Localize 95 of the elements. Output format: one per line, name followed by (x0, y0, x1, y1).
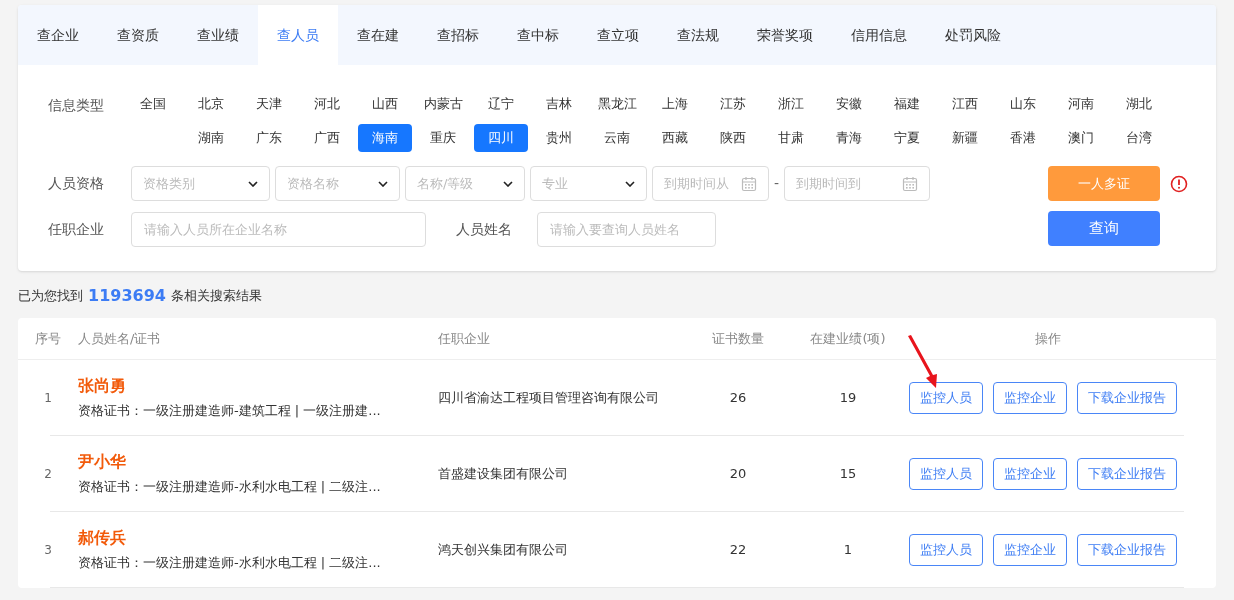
nav-tab[interactable]: 查立项 (578, 5, 658, 65)
nav-tab[interactable]: 查招标 (418, 5, 498, 65)
row-number: 1 (43, 389, 53, 407)
certificate-text: 资格证书：一级注册建造师-水利水电工程 | 二级注... (78, 554, 381, 573)
region-option[interactable]: 云南 (590, 124, 644, 152)
region-option[interactable]: 浙江 (764, 90, 818, 118)
search-button[interactable]: 查询 (1048, 211, 1160, 246)
region-option[interactable]: 福建 (880, 90, 934, 118)
nav-tab[interactable]: 查中标 (498, 5, 578, 65)
column-header: 证书数量 (711, 329, 765, 348)
result-count: 1193694 (88, 285, 166, 307)
certificate-text: 资格证书：一级注册建造师-建筑工程 | 一级注册建... (78, 402, 381, 421)
region-option[interactable]: 青海 (822, 124, 876, 152)
action-button[interactable]: 监控企业 (993, 533, 1067, 566)
region-option[interactable]: 天津 (242, 90, 296, 118)
column-header: 人员姓名/证书 (78, 329, 162, 348)
chevron-down-icon (378, 180, 388, 187)
project-count: 15 (838, 464, 858, 483)
region-option[interactable]: 河南 (1054, 90, 1108, 118)
filter-label: 人员资格 (48, 174, 105, 193)
nav-tab[interactable]: 查企业 (18, 5, 98, 65)
certificate-count: 22 (728, 540, 748, 559)
nav-tab[interactable]: 查人员 (258, 5, 338, 65)
region-option[interactable]: 海南 (358, 124, 412, 152)
region-option[interactable]: 四川 (474, 124, 528, 152)
company-input[interactable]: 请输入人员所在企业名称 (131, 212, 426, 247)
pointer-arrow (906, 334, 940, 390)
region-option[interactable]: 贵州 (532, 124, 586, 152)
project-count: 1 (842, 540, 854, 559)
range-separator: - (774, 174, 780, 193)
filter-label: 任职企业 (48, 220, 105, 239)
nav-tab[interactable]: 荣誉奖项 (738, 5, 832, 65)
nav-tab[interactable]: 查业绩 (178, 5, 258, 65)
action-button[interactable]: 监控人员 (909, 457, 983, 490)
certificate-text: 资格证书：一级注册建造师-水利水电工程 | 二级注... (78, 478, 381, 497)
region-option[interactable]: 湖南 (184, 124, 238, 152)
region-option[interactable]: 河北 (300, 90, 354, 118)
region-option[interactable]: 澳门 (1054, 124, 1108, 152)
action-button[interactable]: 监控企业 (993, 457, 1067, 490)
nav-tab[interactable]: 信用信息 (832, 5, 926, 65)
region-option[interactable]: 辽宁 (474, 90, 528, 118)
region-option[interactable]: 北京 (184, 90, 238, 118)
region-option[interactable]: 广西 (300, 124, 354, 152)
column-header: 操作 (1034, 329, 1062, 348)
region-option[interactable]: 甘肃 (764, 124, 818, 152)
action-button[interactable]: 监控企业 (993, 381, 1067, 414)
region-option[interactable]: 吉林 (532, 90, 586, 118)
region-option[interactable]: 安徽 (822, 90, 876, 118)
nav-tab[interactable]: 查资质 (98, 5, 178, 65)
chevron-down-icon (625, 180, 635, 187)
region-option[interactable]: 山东 (996, 90, 1050, 118)
company-cell-text: 四川省渝达工程项目管理咨询有限公司 (438, 388, 660, 407)
certificate-count: 20 (728, 464, 748, 483)
region-option[interactable]: 山西 (358, 90, 412, 118)
filter-label: 人员姓名 (456, 220, 513, 239)
region-option[interactable]: 江西 (938, 90, 992, 118)
region-option[interactable]: 陕西 (706, 124, 760, 152)
region-option[interactable]: 重庆 (416, 124, 470, 152)
region-option[interactable]: 湖北 (1112, 90, 1166, 118)
calendar-icon (902, 175, 919, 192)
region-option[interactable]: 新疆 (938, 124, 992, 152)
action-button[interactable]: 下载企业报告 (1077, 533, 1177, 566)
warning-icon[interactable] (1170, 174, 1188, 193)
region-option[interactable]: 广东 (242, 124, 296, 152)
column-header: 序号 (34, 329, 62, 348)
result-summary-text: 已为您找到 (18, 287, 83, 306)
calendar-icon (741, 175, 757, 192)
row-number: 2 (43, 465, 53, 483)
region-option[interactable]: 上海 (648, 90, 702, 118)
chevron-down-icon (503, 180, 513, 187)
action-button[interactable]: 下载企业报告 (1077, 457, 1177, 490)
certificate-count: 26 (728, 388, 748, 407)
column-header: 任职企业 (438, 329, 491, 348)
action-button[interactable]: 下载企业报告 (1077, 381, 1177, 414)
filter-label: 信息类型 (48, 96, 105, 115)
name-input[interactable]: 请输入要查询人员姓名 (537, 212, 716, 247)
region-option[interactable]: 内蒙古 (416, 90, 470, 118)
region-option[interactable]: 西藏 (648, 124, 702, 152)
region-option[interactable]: 黑龙江 (590, 90, 644, 118)
nav-tab[interactable]: 查在建 (338, 5, 418, 65)
project-count: 19 (838, 388, 858, 407)
nav-tab[interactable]: 处罚风险 (926, 5, 1020, 65)
chevron-down-icon (248, 180, 258, 187)
nav-tab[interactable]: 查法规 (658, 5, 738, 65)
region-option[interactable]: 全国 (126, 90, 180, 118)
column-header: 在建业绩(项) (809, 329, 887, 348)
company-cell-text: 鸿天创兴集团有限公司 (438, 540, 569, 559)
region-option[interactable]: 宁夏 (880, 124, 934, 152)
result-summary-text: 条相关搜索结果 (170, 287, 262, 306)
action-button[interactable]: 监控人员 (909, 533, 983, 566)
region-option[interactable]: 香港 (996, 124, 1050, 152)
region-option[interactable]: 台湾 (1112, 124, 1166, 152)
company-cell-text: 首盛建设集团有限公司 (438, 464, 569, 483)
region-option[interactable]: 江苏 (706, 90, 760, 118)
row-number: 3 (43, 541, 53, 559)
